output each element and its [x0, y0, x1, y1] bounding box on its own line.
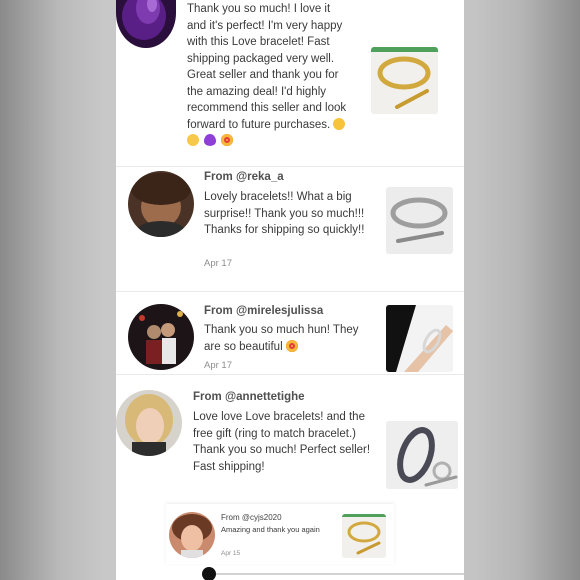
review-date: Apr 15 [221, 550, 241, 557]
avatar[interactable] [128, 304, 194, 370]
reviews-screen: Thank you so much! I love it and it's pe… [116, 0, 464, 580]
review-date: Apr 17 [204, 258, 232, 269]
review-text: Love love Love bracelets! and the free g… [193, 411, 371, 473]
heart-eyes-emoji [221, 134, 234, 146]
scrubber-handle[interactable] [202, 567, 216, 580]
review-text: Amazing and thank you again [221, 525, 320, 534]
heart-eyes-emoji [285, 339, 298, 352]
purple-heart-emoji [204, 134, 217, 146]
reviewer-username[interactable]: From @annettetighe [193, 391, 305, 403]
review-card: Thank you so much! I love it and it's pe… [116, 0, 464, 166]
worn-bracelet-icon[interactable] [386, 305, 453, 372]
avatar[interactable] [169, 512, 215, 558]
scrubber-track[interactable] [212, 573, 464, 575]
review-date: Apr 17 [204, 360, 232, 371]
review-card: From @mirelesjulissa Thank you so much h… [116, 292, 464, 374]
gold-bracelet-icon[interactable] [342, 514, 386, 558]
grinning-star-eyes-emoji [333, 117, 346, 130]
review-card: From @annettetighe Love love Love bracel… [116, 375, 464, 493]
avatar[interactable] [116, 0, 176, 48]
reviewer-username[interactable]: From @cyjs2020 [221, 513, 282, 522]
avatar[interactable] [116, 390, 182, 456]
gold-bracelet-icon[interactable] [371, 47, 438, 114]
review-card: From @reka_a Lovely bracelets!! What a b… [116, 167, 464, 291]
avatar[interactable] [128, 171, 194, 237]
review-text: Thank you so much hun! They are so beaut… [204, 324, 359, 353]
silver-bracelet-icon[interactable] [386, 187, 453, 254]
bracelet-and-ring-icon[interactable] [386, 421, 458, 489]
review-card: From @cyjs2020 Amazing and thank you aga… [166, 504, 394, 564]
reviewer-username[interactable]: From @mirelesjulissa [204, 305, 323, 317]
reviewer-username[interactable]: From @reka_a [204, 171, 284, 183]
review-text: Lovely bracelets!! What a big surprise!!… [204, 191, 365, 236]
smiling-emoji [187, 134, 199, 146]
review-text: Thank you so much! I love it and it's pe… [187, 1, 352, 150]
video-scrubber[interactable] [116, 566, 464, 580]
